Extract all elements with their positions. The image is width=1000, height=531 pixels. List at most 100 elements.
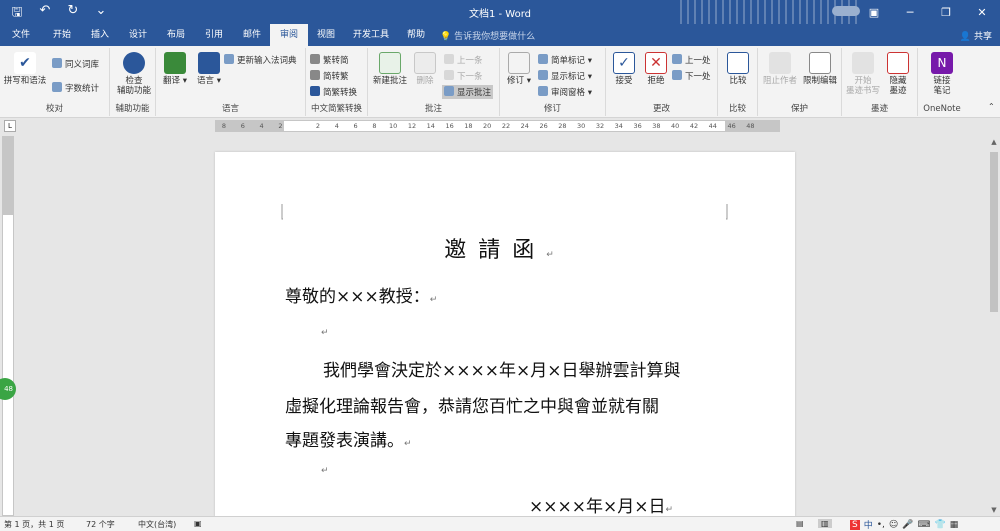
skin-icon[interactable]: 👕 [935,520,946,530]
macro-record-icon[interactable]: ▣ [194,519,202,528]
microphone-icon[interactable]: 🎤 [902,520,913,530]
group-label-language: 语言 [221,104,239,114]
show-markup-button[interactable]: 显示标记 ▾ [538,70,592,82]
restore-icon[interactable]: ❐ [928,0,964,24]
ruler-tick-label: 44 [708,122,717,130]
tab-insert[interactable]: 插入 [82,24,118,46]
print-layout-icon[interactable]: ▥ [818,519,832,528]
tab-layout[interactable]: 布局 [158,24,194,46]
tell-me-search[interactable]: 💡 告诉我你想要做什么 [440,29,535,42]
hide-ink-icon [887,52,909,74]
spelling-grammar-button[interactable]: ✔ 拼写和语法 [2,52,48,86]
onenote-icon: N [931,52,953,74]
reject-button[interactable]: ✕ 拒绝 [640,52,672,86]
delete-comment-button[interactable]: 删除 [408,52,442,86]
page-count[interactable]: 第 1 页，共 1 页 [4,519,64,530]
tab-developer[interactable]: 开发工具 [346,24,396,46]
update-ime-label: 更新输入法词典 [237,56,297,66]
emoji-icon[interactable]: ☺ [889,520,898,530]
thesaurus-button[interactable]: 同义词库 [52,58,99,70]
to-simplified-label: 繁转简 [323,56,349,66]
horizontal-ruler[interactable]: 8 6 4 2 2 4 6 8 10 12 14 16 18 20 22 24 26 28 30 32 34 36 38 40… [215,120,780,132]
share-button[interactable]: 👤 共享 [960,29,992,42]
translate-button[interactable]: 翻译 ▾ [158,52,192,86]
reviewing-pane-button[interactable]: 审阅窗格 ▾ [538,86,592,98]
tab-home[interactable]: 开始 [44,24,80,46]
document-title: 文档1 - Word [468,9,532,20]
ruler-tick-label: 26 [539,122,548,130]
vertical-ruler[interactable] [2,136,14,516]
tab-selector-icon[interactable]: L [4,120,16,132]
word-count-button[interactable]: 字数统计 [52,82,99,94]
ruler-tick-label: 14 [426,122,435,130]
ribbon-tabs: 文件 开始 插入 设计 布局 引用 邮件 审阅 视图 开发工具 帮助 💡 告诉我… [0,24,1000,46]
track-changes-icon [508,52,530,74]
next-comment-icon [444,70,454,80]
markup-dropdown[interactable]: 简单标记 ▾ [538,54,592,66]
document-page[interactable]: 邀請函↵ 尊敬的×××教授：↵ ↵ 我們學會決定於××××年×月×日舉辦雲計算與… [215,152,795,517]
spelling-label: 拼写和语法 [3,76,47,86]
start-inking-button[interactable]: 开始 墨迹书写 [844,52,882,96]
accept-button[interactable]: ✓ 接受 [608,52,640,86]
tab-review[interactable]: 审阅 [270,24,308,46]
language-button[interactable]: 语言 ▾ [192,52,226,86]
convert-button[interactable]: 简繁转换 [310,86,357,98]
show-markup-label: 显示标记 [551,72,586,82]
group-label-ink: 墨迹 [870,104,888,114]
crop-mark-top-left [281,204,283,220]
keyboard-icon[interactable]: ⌨ [918,520,931,530]
show-comments-button[interactable]: 显示批注 [442,85,494,99]
ribbon-options-icon[interactable]: ▣ [856,0,892,24]
markup-label: 简单标记 [551,56,586,66]
tab-view[interactable]: 视图 [308,24,344,46]
to-simplified-button[interactable]: 繁转简 [310,54,349,66]
read-mode-icon[interactable]: ▤ [796,519,804,528]
document-title-text: 邀請函↵ [215,232,795,264]
tab-help[interactable]: 帮助 [398,24,434,46]
tab-file[interactable]: 文件 [6,24,36,46]
group-label-onenote: OneNote [923,104,961,114]
previous-comment-button[interactable]: 上一条 [444,54,483,66]
to-traditional-button[interactable]: 简转繁 [310,70,349,82]
tab-references[interactable]: 引用 [196,24,232,46]
new-comment-button[interactable]: 新建批注 [370,52,410,86]
next-comment-button[interactable]: 下一条 [444,70,483,82]
hide-ink-button[interactable]: 隐藏 墨迹 [880,52,916,96]
compare-icon [727,52,749,74]
ruler-tick-label: 6 [240,122,245,130]
linked-notes-button[interactable]: N 链接 笔记 [922,52,962,96]
update-ime-button[interactable]: 更新输入法词典 [224,54,297,66]
minimize-icon[interactable]: ─ [892,0,928,24]
scroll-thumb[interactable] [990,152,998,312]
block-authors-button[interactable]: 阻止作者 [760,52,800,86]
paragraph-mark: ↵ [665,505,674,515]
track-changes-button[interactable]: 修订 ▾ [502,52,536,86]
share-label: 共享 [973,32,992,42]
punctuation-icon[interactable]: •, [877,520,885,530]
vertical-scrollbar[interactable]: ▲ ▼ [988,136,1000,516]
word-count[interactable]: 72 个字 [86,519,115,530]
check-accessibility-button[interactable]: 检查 辅助功能 [112,52,156,96]
restrict-editing-button[interactable]: 限制编辑 [800,52,840,86]
ruler-tick-label: 4 [334,122,339,130]
tools-icon[interactable]: ▦ [950,520,959,530]
previous-change-button[interactable]: 上一处 [672,54,711,66]
scroll-down-icon[interactable]: ▼ [988,504,1000,516]
tab-mailings[interactable]: 邮件 [234,24,270,46]
collapse-ribbon-icon[interactable]: ⌃ [988,102,995,111]
body-line-1: 我們學會決定於××××年×月×日舉辦雲計算與 [323,361,681,381]
ruler-tick-label: 16 [445,122,454,130]
ruler-tick-label: 8 [221,122,227,130]
ime-logo-icon[interactable]: S [850,519,860,530]
reject-icon: ✕ [645,52,667,74]
compare-button[interactable]: 比较 [720,52,756,86]
tab-design[interactable]: 设计 [120,24,156,46]
group-label-chinese-conversion: 中文简繁转换 [310,104,362,114]
ime-mode-icon[interactable]: 中 [864,518,873,531]
close-icon[interactable]: ✕ [964,0,1000,24]
accessibility-icon [123,52,145,74]
scroll-up-icon[interactable]: ▲ [988,136,1000,148]
language-status[interactable]: 中文(台湾) [138,519,176,530]
group-onenote: N 链接 笔记 OneNote [918,48,966,116]
next-change-button[interactable]: 下一处 [672,70,711,82]
